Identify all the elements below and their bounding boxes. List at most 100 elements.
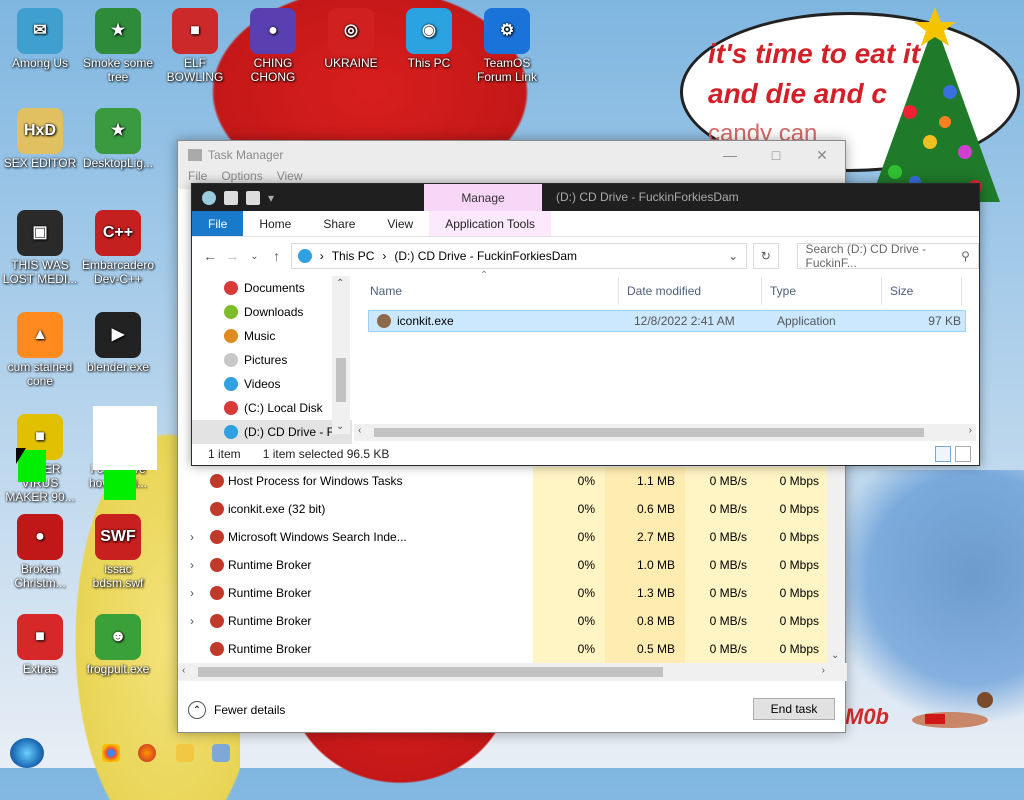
breadcrumb-drive[interactable]: (D:) CD Drive - FuckinForkiesDam xyxy=(394,249,577,263)
search-input[interactable]: Search (D:) CD Drive - FuckinF... ⚲ xyxy=(796,242,979,270)
nav-item[interactable]: Pictures xyxy=(192,348,352,372)
large-icons-view-icon[interactable] xyxy=(955,446,971,462)
scroll-down-icon[interactable]: ⌄ xyxy=(336,421,344,432)
hscroll-thumb[interactable] xyxy=(374,428,924,437)
process-row[interactable]: Runtime Broker 0% 0.5 MB 0 MB/s 0 Mbps xyxy=(178,635,829,663)
tab-application-tools[interactable]: Application Tools xyxy=(429,211,552,236)
nav-item[interactable]: Music xyxy=(192,324,352,348)
breadcrumb-this-pc[interactable]: This PC xyxy=(332,249,375,263)
fewer-details-button[interactable]: ⌃ Fewer details xyxy=(188,701,285,719)
column-header-date[interactable]: Date modified xyxy=(619,277,762,305)
up-arrow-icon[interactable]: ↑ xyxy=(269,248,285,264)
scroll-up-icon[interactable]: ⌃ xyxy=(336,278,344,289)
start-button[interactable] xyxy=(10,738,44,768)
nav-scroll-thumb[interactable] xyxy=(336,358,346,402)
desktop-icon[interactable]: ▲ cum stained cone xyxy=(0,312,80,388)
tab-home[interactable]: Home xyxy=(243,211,307,236)
process-row[interactable]: › Microsoft Windows Search Inde... 0% 2.7 M… xyxy=(178,523,829,551)
desktop-icon[interactable]: ★ DesktopLig... xyxy=(78,108,158,170)
process-row[interactable]: › Runtime Broker 0% 1.0 MB 0 MB/s 0 Mbps xyxy=(178,551,829,579)
expand-chevron-icon[interactable]: › xyxy=(178,558,206,572)
desktop-icon[interactable]: ● CHING CHONG xyxy=(233,8,313,84)
nav-item[interactable]: Downloads xyxy=(192,300,352,324)
details-view-icon[interactable] xyxy=(935,446,951,462)
task-manager-title: Task Manager xyxy=(208,148,284,162)
file-list-hscroll[interactable]: ‹ › xyxy=(354,424,976,441)
hscroll-thumb[interactable] xyxy=(198,667,663,677)
manage-context-tab[interactable]: Manage xyxy=(424,184,542,211)
forward-arrow-icon[interactable]: → xyxy=(224,248,240,264)
process-list: Host Process for Windows Tasks 0% 1.1 MB 0 … xyxy=(178,467,829,663)
address-dropdown-icon[interactable]: ⌄ xyxy=(720,244,746,268)
desktop-icon[interactable]: ▣ THIS WAS LOST MEDI... xyxy=(0,210,80,286)
tab-share[interactable]: Share xyxy=(307,211,371,236)
recent-chevron-icon[interactable]: ⌄ xyxy=(246,251,262,262)
properties-icon[interactable] xyxy=(224,190,238,205)
process-row[interactable]: › Runtime Broker 0% 1.3 MB 0 MB/s 0 Mbps xyxy=(178,579,829,607)
nav-item[interactable]: Videos xyxy=(192,372,352,396)
desktop-icon[interactable]: ■ Extras xyxy=(0,614,80,676)
file-explorer-window[interactable]: ▾ Manage (D:) CD Drive - FuckinForkiesDa… xyxy=(191,183,980,466)
explorer-body: Documents Downloads Music Pictures Videos (C:… xyxy=(192,270,979,444)
tab-file[interactable]: File xyxy=(192,211,244,236)
desktop-icon-glyph: HxD xyxy=(17,108,63,154)
breadcrumb-chevron-icon[interactable]: › xyxy=(320,249,324,263)
breadcrumb-chevron-icon[interactable]: › xyxy=(382,249,386,263)
desktop-icon-label: Embarcadero Dev-C++ xyxy=(81,258,155,286)
desktop-icon[interactable]: SWF issac bdsm.swf xyxy=(78,514,158,590)
nav-item[interactable]: (C:) Local Disk xyxy=(192,396,352,420)
nav-pane-scrollbar[interactable]: ⌃ ⌄ xyxy=(332,276,350,434)
desktop-icon[interactable]: ✉ Among Us xyxy=(0,8,80,70)
scroll-left-icon[interactable]: ‹ xyxy=(358,425,361,436)
scroll-right-icon[interactable]: › xyxy=(969,425,972,436)
process-cpu: 0% xyxy=(533,467,605,495)
desktop-icon[interactable]: ☻ frogpult.exe xyxy=(78,614,158,676)
nav-item[interactable]: Documents xyxy=(192,276,352,300)
desktop-icon[interactable]: ⚙ TeamOS Forum Link xyxy=(467,8,547,84)
process-memory: 0.8 MB xyxy=(605,607,685,635)
blank-white-icon[interactable] xyxy=(93,406,157,470)
process-cpu: 0% xyxy=(533,635,605,663)
desktop-icon[interactable]: C++ Embarcadero Dev-C++ xyxy=(78,210,158,286)
address-bar[interactable]: › This PC › (D:) CD Drive - FuckinForkie… xyxy=(290,243,748,269)
tab-view[interactable]: View xyxy=(371,211,429,236)
desktop-icon[interactable]: ▶ blender.exe xyxy=(78,312,158,374)
nav-item[interactable]: (D:) CD Drive - F xyxy=(192,420,352,444)
scroll-left-icon[interactable]: ‹ xyxy=(182,665,185,676)
task-manager-titlebar[interactable]: Task Manager — □ ✕ xyxy=(178,141,845,169)
expand-chevron-icon[interactable]: › xyxy=(178,586,206,600)
refresh-button[interactable]: ↻ xyxy=(753,243,779,269)
file-row[interactable]: iconkit.exe 12/8/2022 2:41 AM Applicatio… xyxy=(368,310,966,332)
new-folder-icon[interactable] xyxy=(246,190,260,205)
column-header-name[interactable]: Name xyxy=(362,277,619,305)
maximize-button[interactable]: □ xyxy=(753,141,799,169)
process-row[interactable]: iconkit.exe (32 bit) 0% 0.6 MB 0 MB/s 0 Mbps xyxy=(178,495,829,523)
process-list-hscroll[interactable]: ‹ › xyxy=(178,663,847,681)
desktop-icon[interactable]: ★ Smoke some tree xyxy=(78,8,158,84)
desktop-icon[interactable]: HxD SEX EDITOR xyxy=(0,108,80,170)
column-header-size[interactable]: Size xyxy=(882,277,962,305)
close-button[interactable]: ✕ xyxy=(799,141,845,169)
desktop-icon[interactable]: ◉ This PC xyxy=(389,8,469,70)
firefox-icon[interactable] xyxy=(138,744,156,762)
explorer-titlebar[interactable]: ▾ Manage (D:) CD Drive - FuckinForkiesDa… xyxy=(192,184,979,211)
column-header-type[interactable]: Type xyxy=(762,277,882,305)
process-list-vscroll[interactable]: ⌄ xyxy=(827,467,845,663)
process-name: Microsoft Windows Search Inde... xyxy=(228,530,407,544)
scroll-down-icon[interactable]: ⌄ xyxy=(831,650,839,661)
desktop-icon[interactable]: ■ ELF BOWLING xyxy=(155,8,235,84)
file-explorer-icon[interactable] xyxy=(176,744,194,762)
back-arrow-icon[interactable]: ← xyxy=(202,248,218,264)
scroll-right-icon[interactable]: › xyxy=(822,665,825,676)
desktop-icon[interactable]: ● Broken Christm... xyxy=(0,514,80,590)
expand-chevron-icon[interactable]: › xyxy=(178,614,206,628)
end-task-button[interactable]: End task xyxy=(753,698,835,720)
process-row[interactable]: › Runtime Broker 0% 0.8 MB 0 MB/s 0 Mbps xyxy=(178,607,829,635)
desktop-icon[interactable]: ◎ UKRAINE xyxy=(311,8,391,70)
task-manager-taskbar-icon[interactable] xyxy=(212,744,230,762)
expand-chevron-icon[interactable]: › xyxy=(178,530,206,544)
process-row[interactable]: Host Process for Windows Tasks 0% 1.1 MB 0 … xyxy=(178,467,829,495)
chrome-icon[interactable] xyxy=(102,744,120,762)
minimize-button[interactable]: — xyxy=(707,141,753,169)
customize-qat-icon[interactable]: ▾ xyxy=(268,191,274,205)
